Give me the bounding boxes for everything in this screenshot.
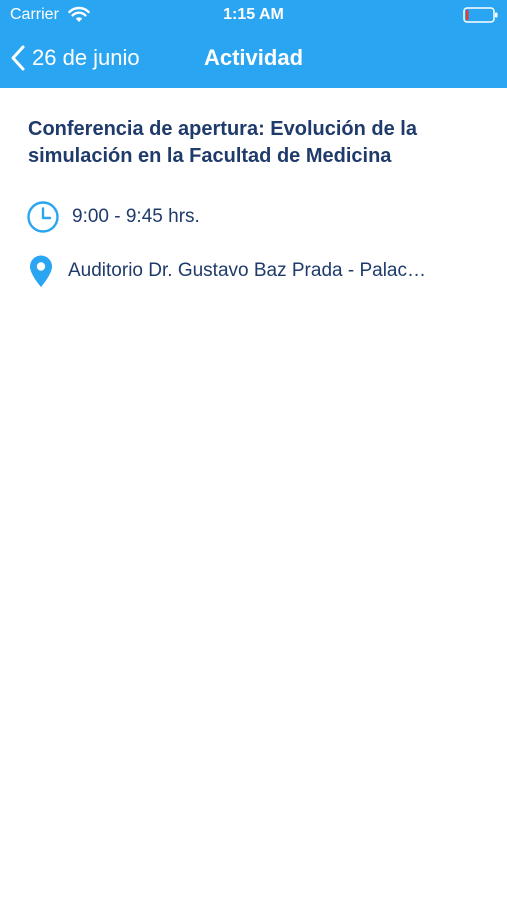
navigation-bar: 26 de junio Actividad (0, 30, 507, 88)
clock-icon (27, 201, 59, 233)
location-pin-icon (30, 255, 52, 287)
page-title: Actividad (203, 45, 304, 70)
status-bar: Carrier 1:15 AM (0, 0, 507, 30)
activity-time-row: 9:00 - 9:45 hrs. (26, 200, 200, 234)
activity-location-row: Auditorio Dr. Gustavo Baz Prada - Palac… (26, 254, 481, 288)
activity-time: 9:00 - 9:45 hrs. (72, 206, 200, 227)
battery-icon (463, 7, 498, 23)
status-time: 1:15 AM (223, 6, 284, 23)
activity-title: Conferencia de apertura: Evolución de la… (28, 118, 417, 167)
activity-location: Auditorio Dr. Gustavo Baz Prada - Palac… (68, 260, 426, 281)
